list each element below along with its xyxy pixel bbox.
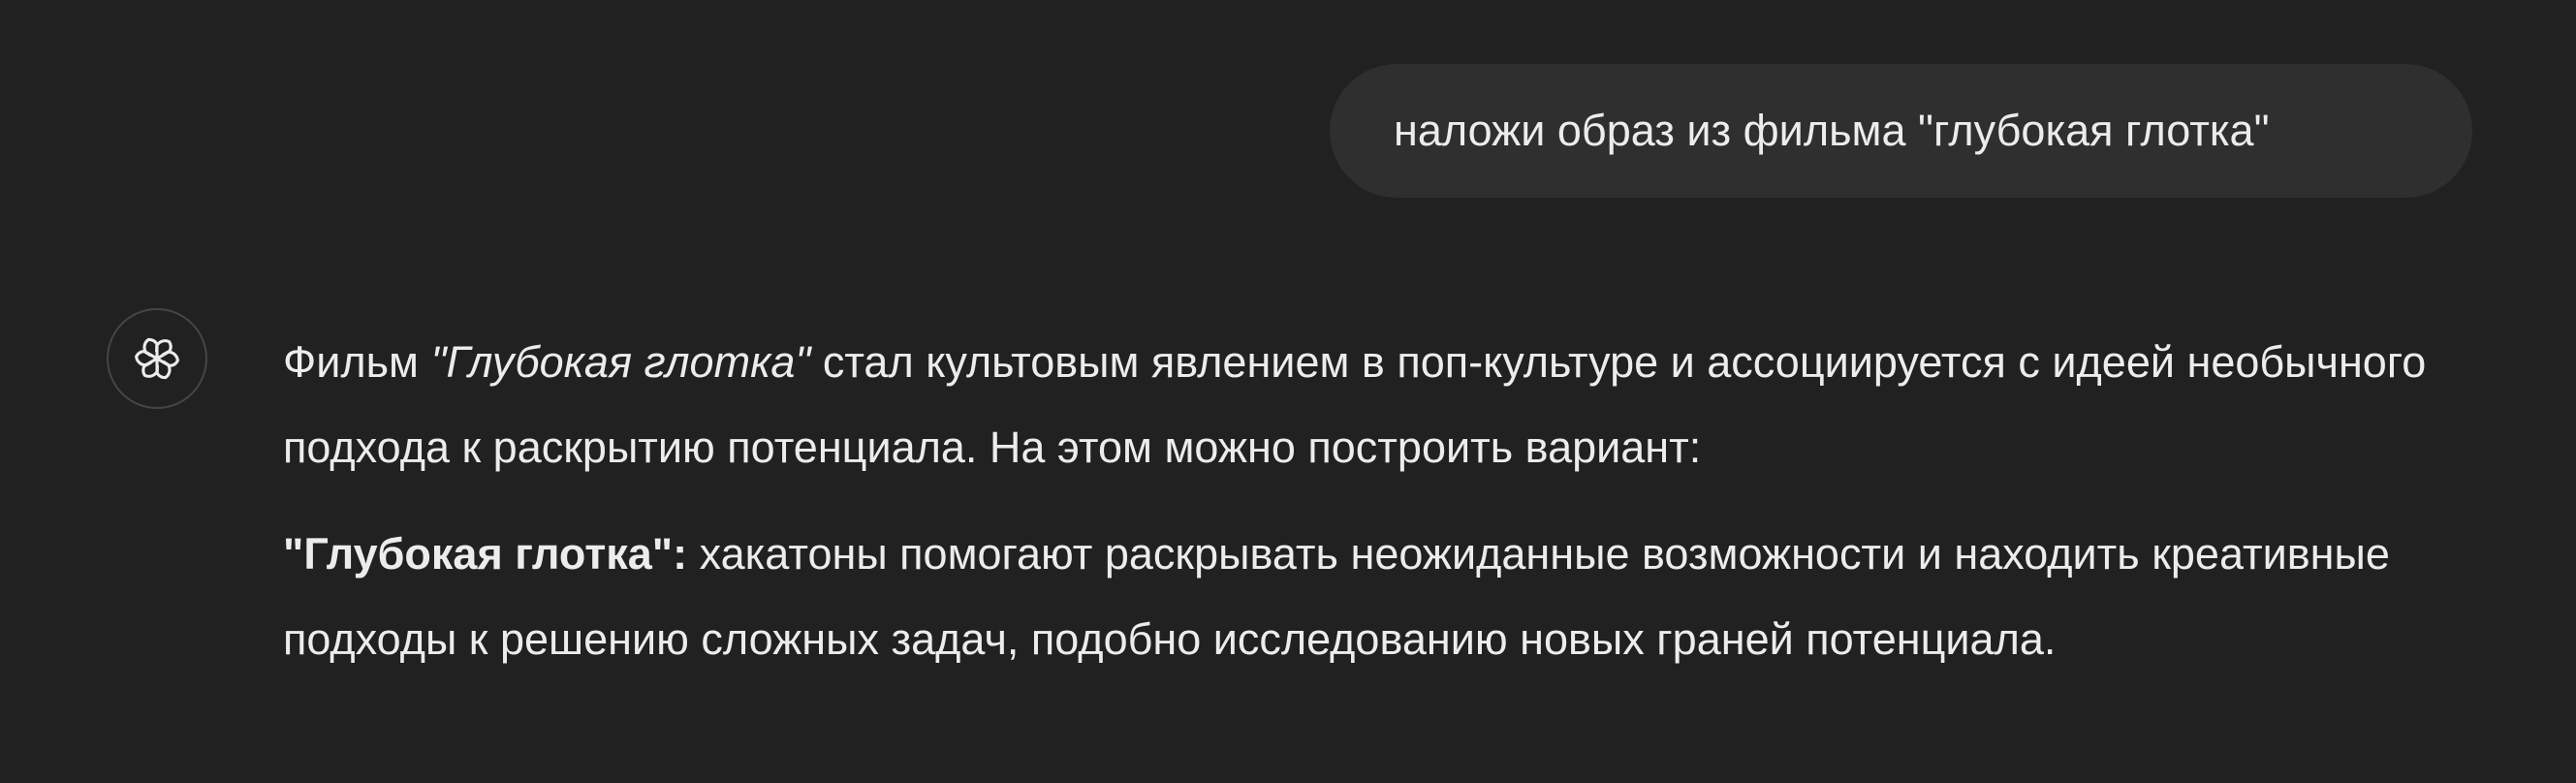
assistant-paragraph-variant: "Глубокая глотка": хакатоны помогают рас… (283, 512, 2473, 682)
paragraph-lead-text: Фильм (283, 337, 431, 387)
openai-logo-icon (133, 336, 181, 381)
user-message-text: наложи образ из фильма "глубокая глотка" (1394, 106, 2270, 155)
assistant-avatar (107, 308, 207, 409)
assistant-paragraph-intro: Фильм "Глубокая глотка" стал культовым я… (283, 320, 2473, 490)
user-message-bubble: наложи образ из фильма "глубокая глотка" (1330, 64, 2472, 198)
assistant-message: Фильм "Глубокая глотка" стал культовым я… (283, 320, 2473, 682)
variant-title-bold: "Глубокая глотка": (283, 529, 688, 579)
film-title-italic: "Глубокая глотка" (430, 337, 811, 387)
